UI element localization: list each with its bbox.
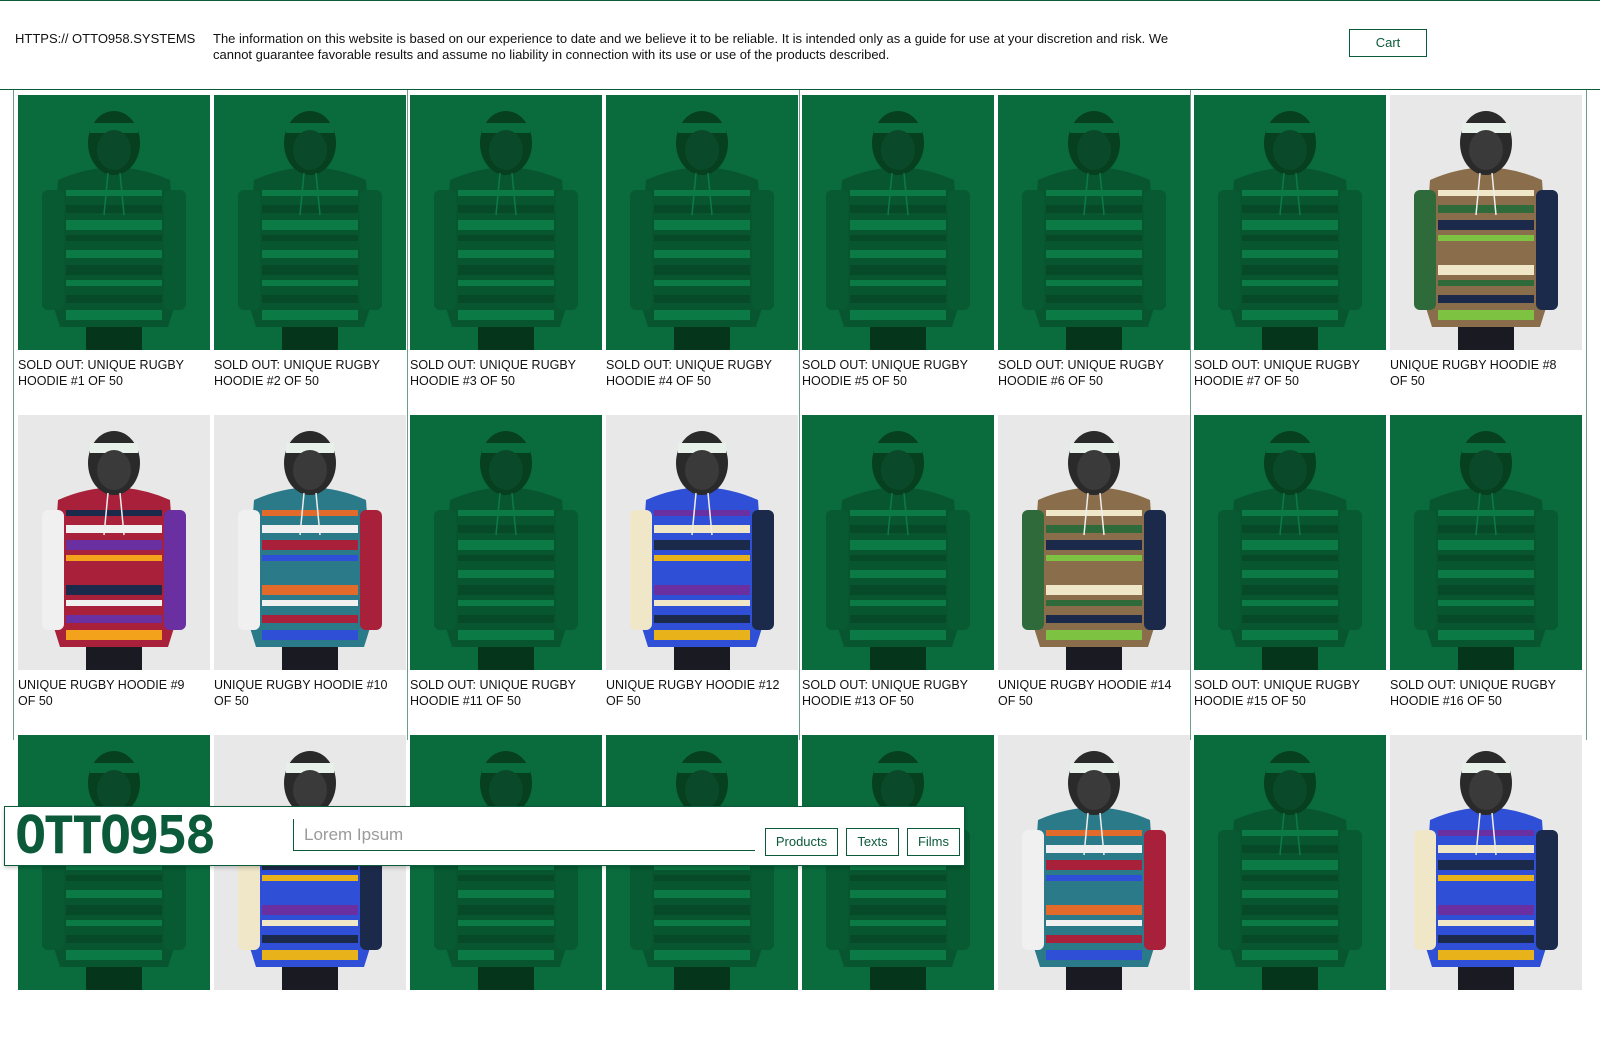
product-card[interactable]: SOLD OUT: UNIQUE RUGBY HOODIE #16 OF 50: [1390, 415, 1582, 735]
product-photo[interactable]: [802, 95, 994, 350]
product-photo[interactable]: [802, 415, 994, 670]
product-title[interactable]: UNIQUE RUGBY HOODIE #14 OF 50: [998, 677, 1183, 709]
product-card[interactable]: SOLD OUT: UNIQUE RUGBY HOODIE #6 OF 50: [998, 95, 1190, 415]
product-card[interactable]: SOLD OUT: UNIQUE RUGBY HOODIE #3 OF 50: [410, 95, 602, 415]
product-title[interactable]: SOLD OUT: UNIQUE RUGBY HOODIE #4 OF 50: [606, 357, 791, 389]
product-card[interactable]: SOLD OUT: UNIQUE RUGBY HOODIE #15 OF 50: [1194, 415, 1386, 735]
product-card[interactable]: SOLD OUT: UNIQUE RUGBY HOODIE #5 OF 50: [802, 95, 994, 415]
product-title[interactable]: SOLD OUT: UNIQUE RUGBY HOODIE #11 OF 50: [410, 677, 595, 709]
product-photo[interactable]: [606, 95, 798, 350]
cart-button[interactable]: Cart: [1349, 29, 1427, 57]
product-card[interactable]: SOLD OUT: UNIQUE RUGBY HOODIE #13 OF 50: [802, 415, 994, 735]
product-photo[interactable]: [998, 415, 1190, 670]
product-photo[interactable]: [1390, 735, 1582, 990]
product-card[interactable]: SOLD OUT: UNIQUE RUGBY HOODIE #11 OF 50: [410, 415, 602, 735]
bottom-nav-bar: OTTO958 Products Texts Films: [4, 806, 965, 866]
product-card[interactable]: UNIQUE RUGBY HOODIE #10 OF 50: [214, 415, 406, 735]
site-url[interactable]: HTTPS:// OTTO958.SYSTEMS: [15, 31, 195, 47]
product-card[interactable]: [606, 735, 798, 1055]
product-photo[interactable]: [214, 415, 406, 670]
product-card[interactable]: SOLD OUT: UNIQUE RUGBY HOODIE #7 OF 50: [1194, 95, 1386, 415]
search-input[interactable]: [293, 819, 755, 851]
product-title[interactable]: SOLD OUT: UNIQUE RUGBY HOODIE #1 OF 50: [18, 357, 203, 389]
product-title[interactable]: SOLD OUT: UNIQUE RUGBY HOODIE #6 OF 50: [998, 357, 1183, 389]
product-card[interactable]: SOLD OUT: UNIQUE RUGBY HOODIE #1 OF 50: [18, 95, 210, 415]
product-photo[interactable]: [214, 95, 406, 350]
product-photo[interactable]: [998, 735, 1190, 990]
product-card[interactable]: UNIQUE RUGBY HOODIE #14 OF 50: [998, 415, 1190, 735]
product-photo[interactable]: [1194, 735, 1386, 990]
product-title[interactable]: UNIQUE RUGBY HOODIE #9 OF 50: [18, 677, 203, 709]
product-photo[interactable]: [1390, 415, 1582, 670]
product-title[interactable]: SOLD OUT: UNIQUE RUGBY HOODIE #16 OF 50: [1390, 677, 1575, 709]
product-photo[interactable]: [1194, 415, 1386, 670]
texts-button[interactable]: Texts: [846, 828, 899, 856]
product-photo[interactable]: [998, 95, 1190, 350]
product-title[interactable]: UNIQUE RUGBY HOODIE #8 OF 50: [1390, 357, 1575, 389]
product-card[interactable]: [998, 735, 1190, 1055]
product-title[interactable]: SOLD OUT: UNIQUE RUGBY HOODIE #13 OF 50: [802, 677, 987, 709]
products-button[interactable]: Products: [765, 828, 838, 856]
product-title[interactable]: SOLD OUT: UNIQUE RUGBY HOODIE #3 OF 50: [410, 357, 595, 389]
product-photo[interactable]: [18, 415, 210, 670]
product-card[interactable]: SOLD OUT: UNIQUE RUGBY HOODIE #4 OF 50: [606, 95, 798, 415]
product-photo[interactable]: [410, 415, 602, 670]
product-title[interactable]: UNIQUE RUGBY HOODIE #12 OF 50: [606, 677, 791, 709]
otto958-logo[interactable]: OTTO958: [15, 809, 216, 863]
top-bar: HTTPS:// OTTO958.SYSTEMS The information…: [0, 0, 1600, 90]
product-photo[interactable]: [606, 415, 798, 670]
product-card[interactable]: [410, 735, 602, 1055]
product-card[interactable]: [1390, 735, 1582, 1055]
product-title[interactable]: SOLD OUT: UNIQUE RUGBY HOODIE #7 OF 50: [1194, 357, 1379, 389]
product-card[interactable]: SOLD OUT: UNIQUE RUGBY HOODIE #2 OF 50: [214, 95, 406, 415]
product-photo[interactable]: [18, 95, 210, 350]
product-title[interactable]: UNIQUE RUGBY HOODIE #10 OF 50: [214, 677, 399, 709]
product-card[interactable]: UNIQUE RUGBY HOODIE #8 OF 50: [1390, 95, 1582, 415]
product-grid: SOLD OUT: UNIQUE RUGBY HOODIE #1 OF 50 S…: [18, 95, 1582, 1055]
product-photo[interactable]: [1390, 95, 1582, 350]
films-button[interactable]: Films: [907, 828, 960, 856]
product-title[interactable]: SOLD OUT: UNIQUE RUGBY HOODIE #15 OF 50: [1194, 677, 1379, 709]
product-card[interactable]: UNIQUE RUGBY HOODIE #9 OF 50: [18, 415, 210, 735]
product-title[interactable]: SOLD OUT: UNIQUE RUGBY HOODIE #2 OF 50: [214, 357, 399, 389]
product-card[interactable]: [214, 735, 406, 1055]
disclaimer-text: The information on this website is based…: [213, 31, 1169, 62]
product-photo[interactable]: [410, 95, 602, 350]
product-card[interactable]: [18, 735, 210, 1055]
product-card[interactable]: [1194, 735, 1386, 1055]
product-card[interactable]: [802, 735, 994, 1055]
product-title[interactable]: SOLD OUT: UNIQUE RUGBY HOODIE #5 OF 50: [802, 357, 987, 389]
product-card[interactable]: UNIQUE RUGBY HOODIE #12 OF 50: [606, 415, 798, 735]
product-photo[interactable]: [1194, 95, 1386, 350]
